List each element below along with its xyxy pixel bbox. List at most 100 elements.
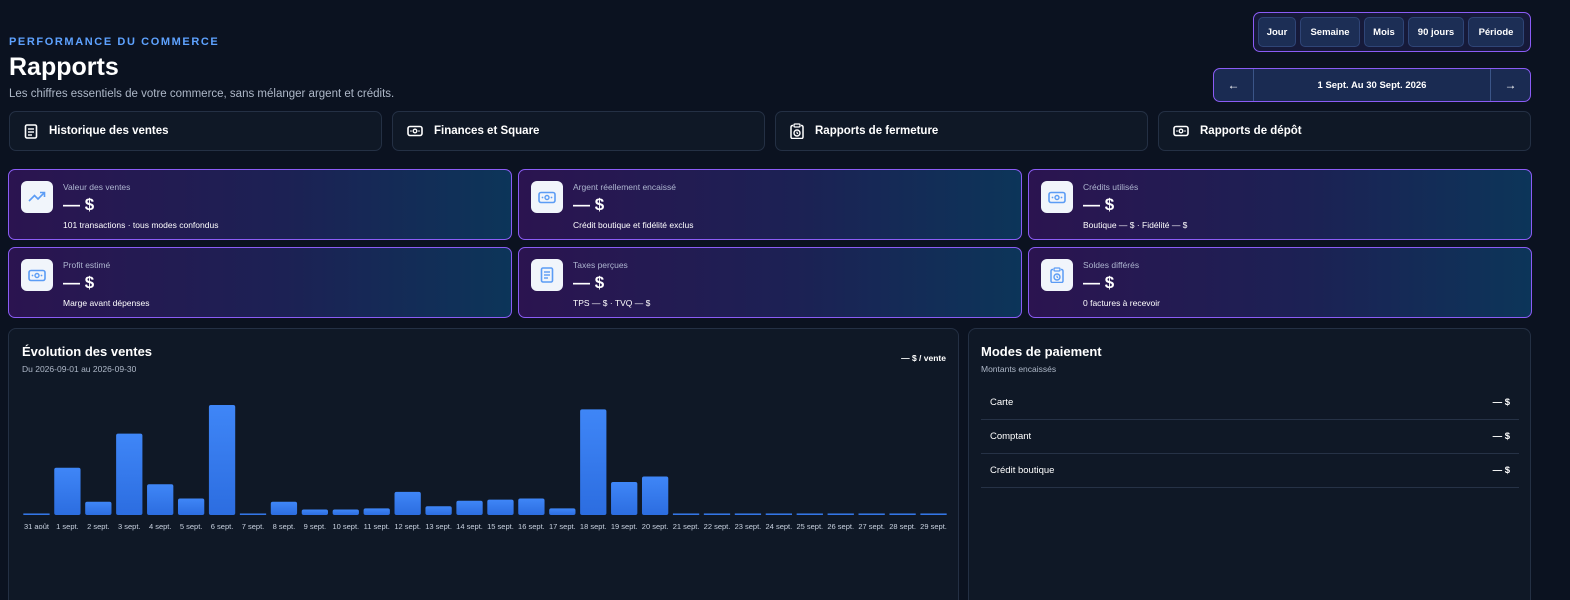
kpi-subtext: 101 transactions · tous modes confondus — [63, 220, 219, 230]
chart-bar — [270, 501, 298, 515]
receipt-icon — [24, 123, 38, 139]
chart-x-tick-label: 23 sept. — [735, 522, 762, 531]
chart-x-tick-label: 21 sept. — [673, 522, 700, 531]
kpi-card-cash-collected: Argent réellement encaissé — $ Crédit bo… — [518, 169, 1022, 240]
chart-x-tick-label: 3 sept. — [118, 522, 141, 531]
date-range-navigator: ← 1 Sept. Au 30 Sept. 2026 → — [1213, 68, 1531, 102]
chart-x-tick-label: 7 sept. — [242, 522, 265, 531]
sales-evolution-title: Évolution des ventes — [22, 344, 153, 359]
chart-bar — [177, 498, 205, 515]
payment-row-cash: Comptant — $ — [981, 420, 1519, 454]
payment-methods-subtitle: Montants encaissés — [981, 364, 1057, 374]
chart-bar — [394, 491, 421, 515]
chart-bar — [858, 513, 885, 515]
sales-bar-chart: 31 août 1 sept. 2 sept. 3 sept. 4 sept. 5 sep… — [23, 405, 947, 531]
chart-bar — [54, 467, 81, 515]
chart-x-tick-label: 27 sept. — [858, 522, 885, 531]
payment-method-amount: — $ — [1492, 465, 1510, 476]
chart-bar — [425, 506, 452, 515]
chart-bar — [301, 509, 329, 515]
date-range-label[interactable]: 1 Sept. Au 30 Sept. 2026 — [1254, 69, 1490, 101]
kpi-value: — $ — [63, 195, 95, 214]
kpi-subtext: Crédit boutique et fidélité exclus — [573, 220, 694, 230]
chart-bar — [332, 509, 359, 515]
period-month-button[interactable]: Mois — [1364, 17, 1404, 47]
period-week-button[interactable]: Semaine — [1300, 17, 1360, 47]
sales-evolution-panel: Évolution des ventes Du 2026-09-01 au 20… — [8, 328, 959, 600]
period-selector: Jour Semaine Mois 90 jours Période — [1253, 12, 1531, 52]
next-period-button[interactable]: → — [1490, 69, 1530, 101]
chart-bar — [920, 513, 947, 515]
chart-bar — [672, 513, 700, 515]
payment-method-label: Carte — [990, 397, 1014, 408]
average-per-sale: — $ / vente — [901, 353, 946, 363]
kpi-subtext: TPS — $ · TVQ — $ — [573, 298, 651, 308]
kpi-subtext: Boutique — $ · Fidélité — $ — [1083, 220, 1188, 230]
chart-bar — [363, 508, 390, 515]
kpi-value: — $ — [63, 273, 95, 292]
cash-icon — [21, 259, 53, 291]
kpi-card-credits-used: Crédits utilisés — $ Boutique — $ · Fidé… — [1028, 169, 1532, 240]
chart-bar — [765, 513, 793, 515]
chart-bar — [734, 513, 762, 515]
trending-up-icon — [21, 181, 53, 213]
period-90days-button[interactable]: 90 jours — [1408, 17, 1464, 47]
tab-closing-reports[interactable]: Rapports de fermeture — [775, 111, 1148, 151]
chart-x-tick-label: 16 sept. — [518, 522, 545, 531]
chart-x-tick-label: 25 sept. — [796, 522, 823, 531]
period-custom-button[interactable]: Période — [1468, 17, 1524, 47]
tab-finances-square[interactable]: Finances et Square — [392, 111, 765, 151]
kpi-card-sales-value: Valeur des ventes — $ 101 transactions ·… — [8, 169, 512, 240]
tab-sales-history[interactable]: Historique des ventes — [9, 111, 382, 151]
chart-x-tick-label: 12 sept. — [394, 522, 421, 531]
tab-deposit-reports[interactable]: Rapports de dépôt — [1158, 111, 1531, 151]
chart-x-tick-label: 19 sept. — [611, 522, 638, 531]
cash-icon — [531, 181, 563, 213]
document-icon — [531, 259, 563, 291]
payment-method-amount: — $ — [1492, 397, 1510, 408]
page-title: Rapports — [9, 53, 119, 81]
tab-finances-square-label: Finances et Square — [434, 125, 540, 137]
kpi-label: Crédits utilisés — [1083, 182, 1139, 192]
kpi-subtext: 0 factures à recevoir — [1083, 298, 1161, 308]
kpi-card-estimated-profit: Profit estimé — $ Marge avant dépenses — [8, 247, 512, 318]
kpi-label: Argent réellement encaissé — [573, 182, 677, 192]
page-subtitle: Les chiffres essentiels de votre commerc… — [9, 88, 395, 100]
chart-bar — [456, 500, 483, 515]
chart-x-tick-label: 18 sept. — [580, 522, 607, 531]
clipboard-clock-icon — [1041, 259, 1073, 291]
payment-methods-panel: Modes de paiement Montants encaissés Car… — [968, 328, 1531, 600]
chart-x-tick-label: 5 sept. — [180, 522, 203, 531]
chart-x-tick-label: 13 sept. — [425, 522, 452, 531]
kpi-label: Valeur des ventes — [63, 182, 131, 192]
payment-row-card: Carte — $ — [981, 386, 1519, 420]
kpi-subtext: Marge avant dépenses — [63, 298, 150, 308]
chart-bar — [703, 513, 731, 515]
chart-bar — [85, 501, 112, 515]
chart-x-tick-label: 4 sept. — [149, 522, 172, 531]
chart-x-tick-label: 29 sept. — [920, 522, 947, 531]
kpi-label: Soldes différés — [1083, 260, 1140, 270]
sales-evolution-date-range: Du 2026-09-01 au 2026-09-30 — [22, 364, 137, 374]
chart-x-tick-label: 24 sept. — [766, 522, 793, 531]
previous-period-button[interactable]: ← — [1214, 69, 1254, 101]
clipboard-clock-icon — [790, 123, 804, 139]
chart-x-tick-label: 14 sept. — [456, 522, 483, 531]
period-day-button[interactable]: Jour — [1258, 17, 1296, 47]
kpi-card-taxes-collected: Taxes perçues — $ TPS — $ · TVQ — $ — [518, 247, 1022, 318]
page-eyebrow: PERFORMANCE DU COMMERCE — [9, 36, 220, 48]
chart-bar — [827, 513, 854, 515]
kpi-card-deferred-balances: Soldes différés — $ 0 factures à recevoi… — [1028, 247, 1532, 318]
payment-method-label: Comptant — [990, 431, 1032, 442]
chart-x-tick-label: 8 sept. — [273, 522, 296, 531]
chart-bar — [147, 484, 174, 515]
chart-x-tick-label: 11 sept. — [364, 522, 390, 531]
chart-x-tick-label: 9 sept. — [304, 522, 327, 531]
chart-bar — [641, 476, 669, 515]
chart-x-tick-label: 31 août — [24, 522, 50, 531]
chart-x-tick-label: 6 sept. — [211, 522, 234, 531]
kpi-value: — $ — [573, 273, 605, 292]
chart-x-tick-label: 15 sept. — [487, 522, 514, 531]
chart-bar — [518, 498, 545, 515]
chart-bar — [116, 433, 143, 515]
